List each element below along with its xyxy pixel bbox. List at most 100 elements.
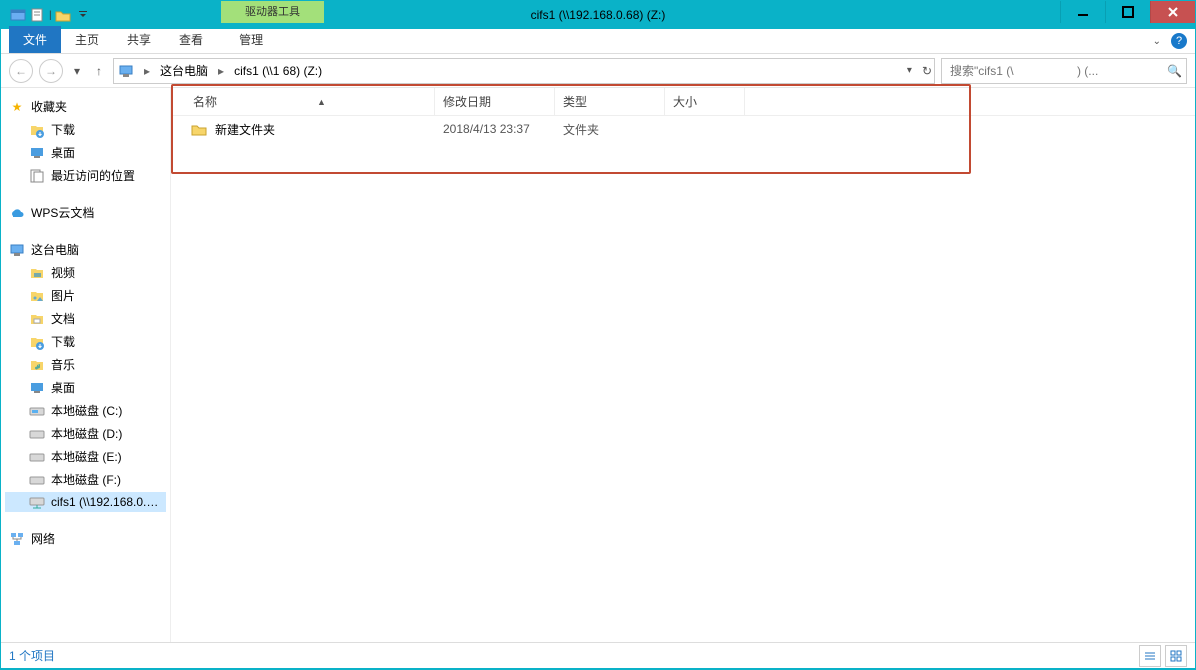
file-name: 新建文件夹 [215,121,275,138]
nav-group-network[interactable]: 网络 [5,528,166,549]
status-bar: 1 个项目 [1,642,1195,668]
nav-item-label: 最近访问的位置 [51,167,135,184]
drive-icon [29,449,45,465]
breadcrumb-arrow-icon[interactable]: ▸ [214,64,228,78]
close-button[interactable] [1150,1,1195,23]
search-input[interactable] [948,63,1180,79]
nav-item-documents[interactable]: 文档 [5,308,166,329]
search-box[interactable]: 🔍 [941,58,1187,84]
music-icon [29,357,45,373]
nav-item-label: 桌面 [51,144,75,161]
nav-group-favorites[interactable]: ★ 收藏夹 [5,96,166,117]
nav-item-drive-f[interactable]: 本地磁盘 (F:) [5,469,166,490]
drive-icon [29,403,45,419]
nav-item-label: 视频 [51,264,75,281]
location-icon [118,63,134,79]
col-name-header[interactable]: 名称 ▲ [185,88,435,116]
nav-item-label: 下载 [51,333,75,350]
drive-icon [29,426,45,442]
nav-item-label: 本地磁盘 (E:) [51,448,122,465]
maximize-button[interactable] [1105,1,1150,23]
nav-item-drive-c[interactable]: 本地磁盘 (C:) [5,400,166,421]
help-icon[interactable]: ? [1171,33,1187,49]
doc-icon [29,311,45,327]
folder-icon [191,121,207,137]
navigation-bar: ← → ▾ ↑ ▸ 这台电脑 ▸ cifs1 (\\1 68) (Z:) ▾ ↻… [1,54,1195,88]
col-size-header[interactable]: 大小 [665,88,745,116]
desktop-icon [29,145,45,161]
nav-item-label: cifs1 (\\192.168.0.68) (Z:) [51,495,162,509]
nav-group-thispc[interactable]: 这台电脑 [5,239,166,260]
nav-item-music[interactable]: 音乐 [5,354,166,375]
nav-item-label: 本地磁盘 (F:) [51,471,121,488]
nav-item-drive-d[interactable]: 本地磁盘 (D:) [5,423,166,444]
desktop-icon [29,380,45,396]
address-dropdown-icon[interactable]: ▾ [907,65,912,76]
nav-item-drive-e[interactable]: 本地磁盘 (E:) [5,446,166,467]
tab-manage[interactable]: 管理 [225,26,277,53]
tab-home[interactable]: 主页 [61,26,113,53]
nav-label: 网络 [31,530,55,547]
nav-item-downloads[interactable]: 下载 [5,119,166,140]
col-type-header[interactable]: 类型 [555,88,665,116]
cloud-icon [9,205,25,221]
file-date: 2018/4/13 23:37 [435,122,555,136]
window-title: cifs1 (\\192.168.0.68) (Z:) [1,8,1195,22]
tab-file[interactable]: 文件 [9,26,61,53]
tab-view[interactable]: 查看 [165,26,217,53]
nav-item-pictures[interactable]: 图片 [5,285,166,306]
refresh-icon[interactable]: ↻ [922,64,932,78]
ribbon-expand-icon[interactable]: ⌄ [1153,36,1161,47]
title-bar: | 驱动器工具 cifs1 (\\192.168.0.68) (Z:) [1,1,1195,29]
content-area: 名称 ▲ 修改日期 类型 大小 新建文件夹 2018/4/13 23:37 文件… [171,88,1195,642]
nav-item-desktop[interactable]: 桌面 [5,142,166,163]
back-button[interactable]: ← [9,59,33,83]
main-area: ★ 收藏夹 下载 桌面 最近访问的位置 WPS云文档 [1,88,1195,642]
status-item-count: 1 个项目 [9,647,55,664]
address-bar[interactable]: ▸ 这台电脑 ▸ cifs1 (\\1 68) (Z:) ▾ ↻ [113,58,935,84]
search-icon[interactable]: 🔍 [1167,64,1182,78]
nav-item-label: 下载 [51,121,75,138]
nav-item-label: 音乐 [51,356,75,373]
qat-properties-icon[interactable] [29,6,47,24]
col-date-header[interactable]: 修改日期 [435,88,555,116]
breadcrumb-root[interactable]: 这台电脑 [160,62,208,79]
breadcrumb-current[interactable]: cifs1 (\\1 68) (Z:) [234,64,322,78]
view-thumbnails-button[interactable] [1165,645,1187,667]
nav-item-videos[interactable]: 视频 [5,262,166,283]
drive-icon [29,472,45,488]
qat-dropdown-icon[interactable] [74,6,92,24]
nav-item-recent[interactable]: 最近访问的位置 [5,165,166,186]
nav-label: 这台电脑 [31,241,79,258]
file-row[interactable]: 新建文件夹 2018/4/13 23:37 文件夹 [171,116,1195,142]
nav-label: 收藏夹 [31,98,67,115]
qat-divider: | [49,10,52,21]
app-icon [9,6,27,24]
minimize-button[interactable] [1060,1,1105,23]
nav-item-downloads2[interactable]: 下载 [5,331,166,352]
tab-share[interactable]: 共享 [113,26,165,53]
network-icon [9,531,25,547]
nav-item-label: 本地磁盘 (D:) [51,425,122,442]
up-button[interactable]: ↑ [91,59,107,83]
star-icon: ★ [9,99,25,115]
nav-group-wps[interactable]: WPS云文档 [5,202,166,223]
file-type: 文件夹 [555,121,665,138]
pc-icon [9,242,25,258]
ribbon: 文件 主页 共享 查看 管理 ⌄ ? [1,29,1195,54]
nav-item-label: 图片 [51,287,75,304]
column-headers: 名称 ▲ 修改日期 类型 大小 [171,88,1195,116]
forward-button[interactable]: → [39,59,63,83]
download-icon [29,334,45,350]
breadcrumb-arrow-icon[interactable]: ▸ [140,64,154,78]
sort-asc-icon: ▲ [317,97,326,107]
picture-icon [29,288,45,304]
qat-folder-icon[interactable] [54,6,72,24]
empty-space[interactable] [171,142,1195,642]
nav-item-desktop2[interactable]: 桌面 [5,377,166,398]
view-details-button[interactable] [1139,645,1161,667]
nav-item-netdrive-z[interactable]: cifs1 (\\192.168.0.68) (Z:) [5,492,166,512]
nav-item-label: 文档 [51,310,75,327]
recent-locations-dropdown[interactable]: ▾ [69,59,85,83]
nav-item-label: 本地磁盘 (C:) [51,402,122,419]
